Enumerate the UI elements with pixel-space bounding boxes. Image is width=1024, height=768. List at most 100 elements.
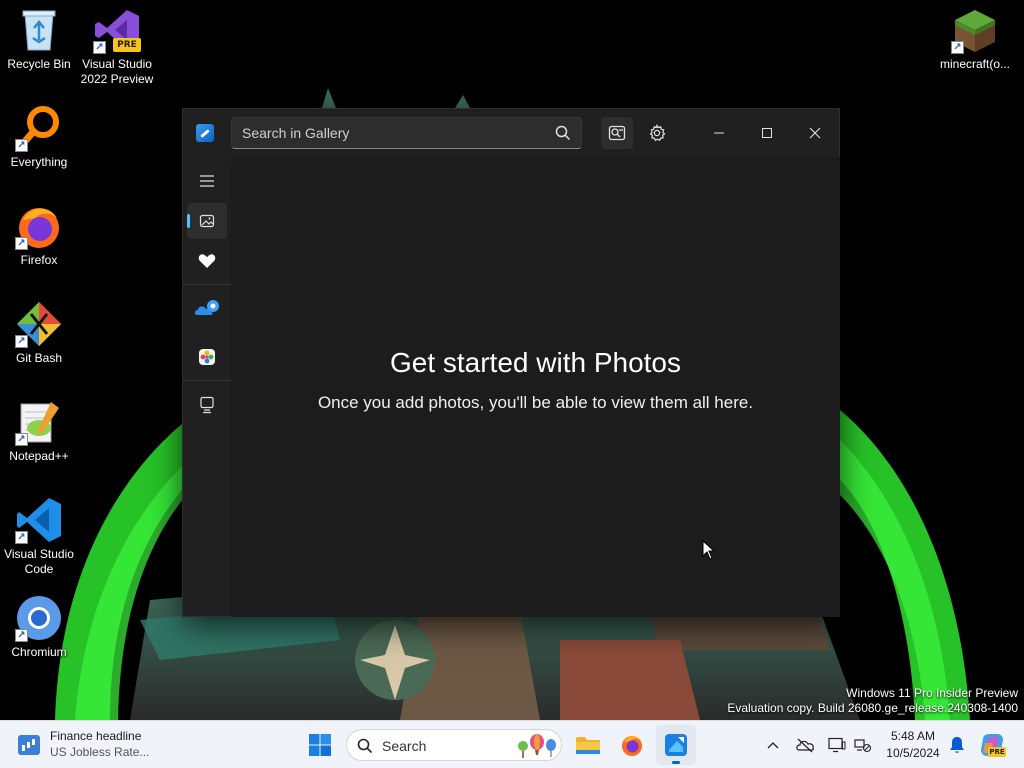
widgets-button[interactable]: Finance headline US Jobless Rate... [18,728,158,762]
desktop-icon-label: Everything [10,155,68,169]
shortcut-arrow-icon: ↗ [15,629,28,642]
mouse-cursor-icon [702,540,716,560]
firefox-icon [622,736,642,756]
preview-badge: PRE [113,38,141,52]
desktop-icon-label: minecraft(o... [939,57,1011,71]
taskbar-firefox[interactable] [612,725,652,765]
taskbar-file-explorer[interactable] [568,725,608,765]
minecraft-grass-block-icon: ↗ [951,6,999,54]
title-bar[interactable] [183,109,839,157]
empty-state-title: Get started with Photos [389,347,682,378]
desktop-icon-visual-studio-2022-preview[interactable]: PRE ↗ Visual Studio 2022 Preview [78,6,156,87]
file-explorer-icon [576,737,600,754]
finance-chart-icon [18,735,40,755]
clock-time: 5:48 AM [890,729,936,743]
search-highlight-balloons-icon [518,734,556,758]
recycle-bin-icon [15,6,63,54]
notepad-plus-plus-icon: ↗ [15,398,63,446]
settings-button[interactable] [641,117,673,149]
desktop-icon-notepad-plus-plus[interactable]: ↗ Notepad++ [0,398,78,464]
navigation-pane [183,157,231,617]
chevron-up-icon [767,742,779,749]
nav-menu-button[interactable] [187,163,227,199]
maximize-button[interactable] [743,109,791,157]
shortcut-arrow-icon: ↗ [15,139,28,152]
start-button[interactable] [300,725,340,765]
photos-icon [665,734,687,756]
taskbar-photos[interactable] [656,725,696,765]
nav-item-gallery[interactable] [187,203,227,239]
desktop-icon-recycle-bin[interactable]: Recycle Bin [0,6,78,72]
visual-studio-icon: PRE ↗ [93,6,141,54]
shortcut-arrow-icon: ↗ [93,41,106,54]
shortcut-arrow-icon: ↗ [951,41,964,54]
network-icon [854,739,872,753]
search-icon [357,738,373,754]
this-pc-icon [200,396,214,414]
close-icon [809,127,821,139]
widget-subtext: US Jobless Rate... [50,745,150,759]
icloud-photos-icon [199,349,215,365]
desktop-icon-label: Git Bash [15,351,63,365]
shortcut-arrow-icon: ↗ [15,237,28,250]
gallery-icon [199,214,215,228]
shortcut-arrow-icon: ↗ [15,433,28,446]
onedrive-offline-icon [796,738,815,753]
display-icon [828,737,846,753]
tray-display[interactable] [826,734,848,756]
clock-date: 10/5/2024 [886,746,940,760]
widget-headline: Finance headline [50,729,142,743]
chromium-icon: ↗ [15,594,63,642]
taskbar-clock[interactable]: 5:48 AM 10/5/2024 [878,728,948,762]
desktop-icon-visual-studio-code[interactable]: ↗ Visual Studio Code [0,496,78,577]
desktop-icon-git-bash[interactable]: ↗ Git Bash [0,300,78,366]
desktop-icon-label: Notepad++ [9,449,69,463]
gallery-search-box[interactable] [231,117,582,149]
taskbar-search-box[interactable]: Search [346,729,562,761]
watermark-line-1: Windows 11 Pro Insider Preview [846,686,1018,700]
hamburger-menu-icon [200,175,214,187]
empty-state-subtitle: Once you add photos, you'll be able to v… [317,393,754,412]
desktop-icon-label: Visual Studio 2022 Preview [80,57,154,86]
photos-app-icon [196,124,214,142]
minimize-button[interactable] [695,109,743,157]
firefox-icon: ↗ [15,202,63,250]
desktop-icon-label: Chromium [11,645,67,659]
search-icon[interactable] [555,125,571,141]
git-bash-icon: ↗ [15,300,63,348]
nav-item-icloud-photos[interactable] [187,339,227,375]
desktop-icon-label: Recycle Bin [7,57,71,71]
notifications-button[interactable] [946,734,968,756]
copilot-preview-badge: PRE [988,747,1006,757]
minimize-icon [714,132,724,134]
desktop-icon-chromium[interactable]: ↗ Chromium [0,594,78,660]
desktop-icon-firefox[interactable]: ↗ Firefox [0,202,78,268]
close-button[interactable] [791,109,839,157]
nav-separator [183,284,231,285]
watermark-line-2: Evaluation copy. Build 26080.ge_release.… [727,701,1018,715]
desktop-icon-label: Firefox [20,253,58,267]
nav-item-this-pc[interactable] [187,387,227,423]
show-hidden-icons-button[interactable] [762,734,784,756]
maximize-icon [762,128,772,138]
taskbar: Finance headline US Jobless Rate... Sear… [0,720,1024,768]
notification-bell-icon [950,737,964,753]
copilot-button[interactable]: PRE [978,734,1006,757]
tray-onedrive[interactable] [794,734,816,756]
taskbar-search-label: Search [382,738,427,754]
gear-icon [649,124,666,142]
gallery-search-input[interactable] [232,118,542,148]
vscode-icon: ↗ [15,496,63,544]
photos-app-window[interactable]: Get started with Photos Once you add pho… [182,108,840,617]
desktop-icon-everything[interactable]: ↗ Everything [0,104,78,170]
visual-search-button[interactable] [601,117,633,149]
favorites-heart-icon [198,254,216,268]
nav-separator [183,380,231,381]
onedrive-icon [194,300,219,315]
nav-item-onedrive[interactable] [187,291,227,327]
nav-item-favorites[interactable] [187,243,227,279]
shortcut-arrow-icon: ↗ [15,335,28,348]
desktop-icon-label: Visual Studio Code [4,547,74,576]
tray-network[interactable] [852,734,874,756]
desktop-icon-minecraft[interactable]: ↗ minecraft(o... [936,6,1014,72]
